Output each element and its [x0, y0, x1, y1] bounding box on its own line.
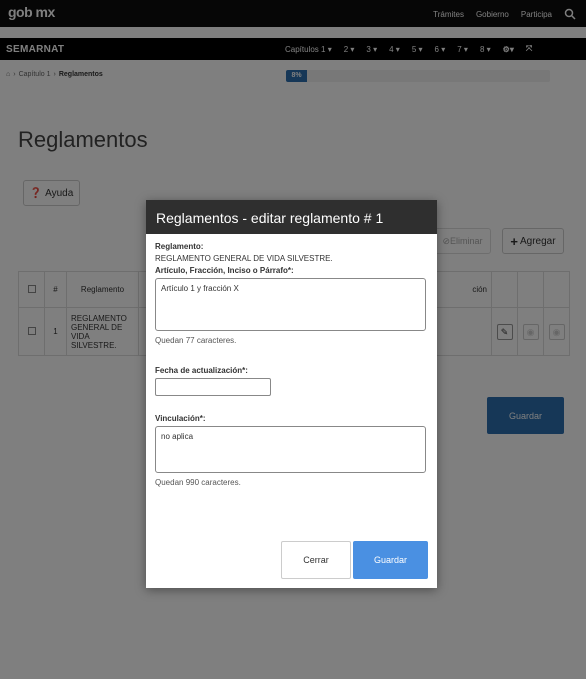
reglamento-label: Reglamento:: [155, 242, 204, 251]
vinculacion-char-counter: Quedan 990 caracteres.: [155, 478, 241, 487]
vinculacion-label: Vinculación*:: [155, 414, 206, 423]
modal-title: Reglamentos - editar reglamento # 1: [146, 200, 437, 234]
save-button[interactable]: Guardar: [353, 541, 428, 579]
vinculacion-textarea[interactable]: no aplica: [155, 426, 426, 473]
articulo-label: Artículo, Fracción, Inciso o Párrafo*:: [155, 266, 294, 275]
reglamento-value: REGLAMENTO GENERAL DE VIDA SILVESTRE.: [155, 254, 333, 263]
articulo-textarea[interactable]: Artículo 1 y fracción X: [155, 278, 426, 331]
fecha-input[interactable]: [155, 378, 271, 396]
articulo-char-counter: Quedan 77 caracteres.: [155, 336, 237, 345]
close-button[interactable]: Cerrar: [281, 541, 351, 579]
modal-body: Reglamento: REGLAMENTO GENERAL DE VIDA S…: [146, 234, 437, 487]
edit-reglamento-modal: Reglamentos - editar reglamento # 1 Regl…: [146, 200, 437, 588]
fecha-label: Fecha de actualización*:: [155, 366, 248, 375]
